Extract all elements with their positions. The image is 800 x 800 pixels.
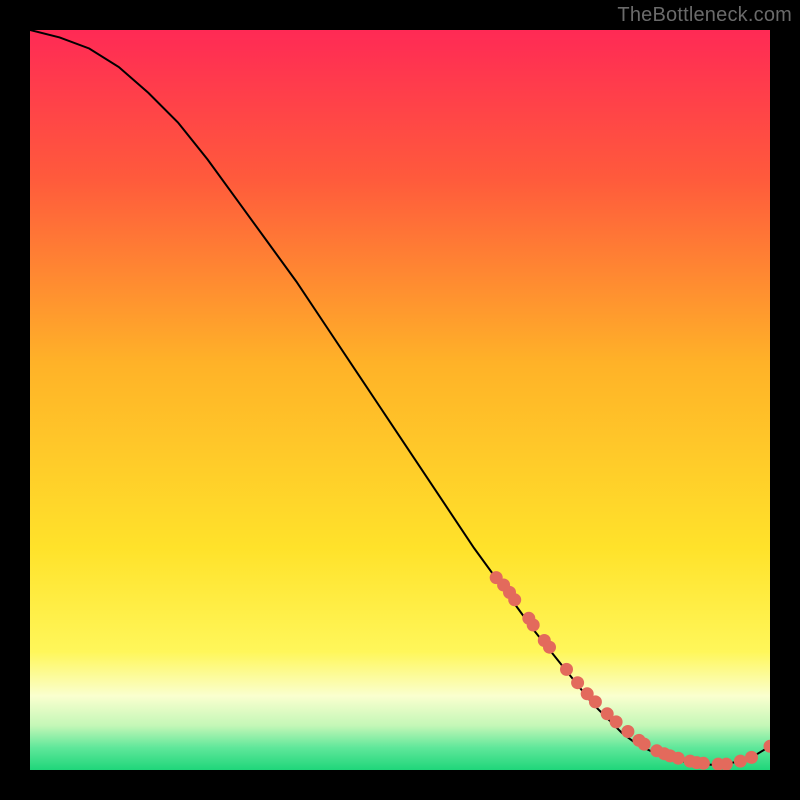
marker-point [734, 755, 747, 768]
marker-point [543, 641, 556, 654]
chart-svg [30, 30, 770, 770]
watermark-text: TheBottleneck.com [617, 4, 792, 27]
marker-point [720, 758, 733, 770]
marker-point [571, 676, 584, 689]
marker-point [508, 593, 521, 606]
marker-point [527, 619, 540, 632]
chart-stage: TheBottleneck.com [0, 0, 800, 800]
marker-point [589, 695, 602, 708]
marker-point [638, 738, 651, 751]
marker-point [610, 715, 623, 728]
marker-point [672, 752, 685, 765]
marker-point [745, 751, 758, 764]
marker-point [621, 725, 634, 738]
plot-area [30, 30, 770, 770]
marker-point [560, 663, 573, 676]
marker-point [697, 757, 710, 770]
gradient-background [30, 30, 770, 770]
